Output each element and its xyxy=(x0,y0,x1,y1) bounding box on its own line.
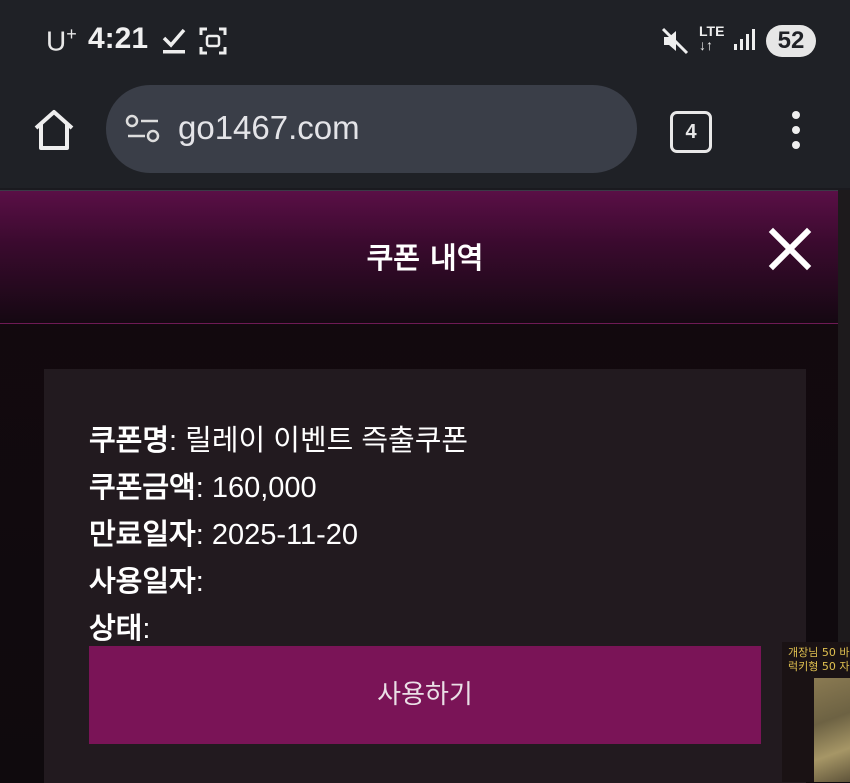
browser-toolbar: go1467.com 4 xyxy=(0,78,850,188)
home-icon[interactable] xyxy=(30,106,78,154)
modal-title: 쿠폰 내역 xyxy=(366,241,484,275)
check-icon xyxy=(162,28,186,54)
side-popup-line2: 럭키형 50 자 xyxy=(788,660,850,673)
modal-header: 쿠폰 내역 xyxy=(0,191,850,324)
status-value: : xyxy=(142,613,151,645)
expiry-date-label: 만료일자 xyxy=(89,517,196,551)
coupon-card: 쿠폰명: 릴레이 이벤트 즉출쿠폰 쿠폰금액: 160,000 만료일자: 20… xyxy=(44,369,806,783)
close-icon[interactable] xyxy=(768,227,812,271)
coupon-amount-row: 쿠폰금액: 160,000 xyxy=(89,464,317,506)
scrollbar-track xyxy=(838,190,850,642)
coupon-amount-label: 쿠폰금액 xyxy=(89,470,196,504)
coupon-amount-value: : 160,000 xyxy=(195,472,317,504)
tab-switcher-button[interactable]: 4 xyxy=(670,111,712,153)
used-date-label: 사용일자 xyxy=(89,564,196,598)
status-bar: U+ 4:21 LTE ↓↑ 52 xyxy=(0,0,850,78)
mute-icon xyxy=(661,27,689,55)
url-text[interactable]: go1467.com xyxy=(178,109,360,147)
status-row: 상태: xyxy=(89,605,150,647)
carrier-label: U+ xyxy=(46,24,77,57)
network-type: LTE ↓↑ xyxy=(699,23,725,53)
screenshot-icon xyxy=(199,27,227,55)
clock: 4:21 xyxy=(88,22,149,55)
coupon-name-value: : 릴레이 이벤트 즉출쿠폰 xyxy=(169,425,469,457)
expiry-date-value: : 2025-11-20 xyxy=(195,519,359,551)
more-menu-icon[interactable] xyxy=(784,108,808,152)
used-date-value: : xyxy=(195,566,204,598)
side-popup-image xyxy=(814,678,850,782)
signal-icon xyxy=(734,29,755,50)
coupon-history-modal: 쿠폰 내역 쿠폰명: 릴레이 이벤트 즉출쿠폰 쿠폰금액: 160,000 만료… xyxy=(0,190,850,783)
site-settings-icon[interactable] xyxy=(124,112,162,146)
battery-indicator: 52 xyxy=(766,25,816,57)
coupon-name-row: 쿠폰명: 릴레이 이벤트 즉출쿠폰 xyxy=(89,417,468,459)
used-date-row: 사용일자: xyxy=(89,558,204,600)
use-coupon-button[interactable]: 사용하기 xyxy=(89,646,761,744)
coupon-name-label: 쿠폰명 xyxy=(89,423,170,457)
expiry-date-row: 만료일자: 2025-11-20 xyxy=(89,511,358,553)
side-popup[interactable]: 개장님 50 바 럭키형 50 자 xyxy=(782,642,850,782)
address-bar[interactable]: go1467.com xyxy=(106,85,637,173)
status-label: 상태 xyxy=(89,611,143,645)
